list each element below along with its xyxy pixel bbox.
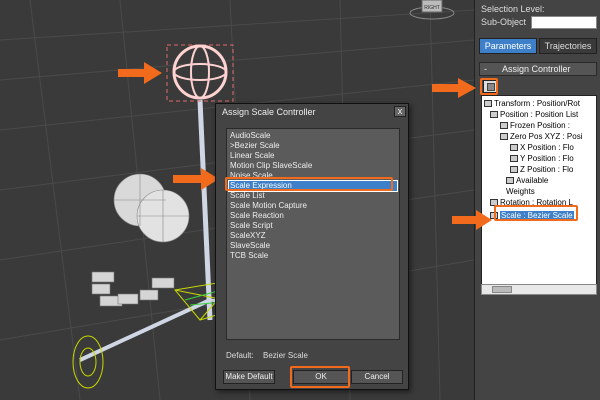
controller-icon [500, 122, 508, 129]
arrow-right-icon [118, 62, 162, 84]
tree-horizontal-scrollbar[interactable] [481, 284, 597, 295]
close-icon[interactable]: x [394, 106, 406, 117]
sub-object-dropdown[interactable] [531, 16, 597, 29]
arrow-right-icon [173, 168, 219, 190]
arrow-right-icon [452, 210, 492, 230]
controller-tree[interactable]: Transform : Position/Rot Position : Posi… [481, 95, 597, 295]
tree-item-z-position[interactable]: Z Position : Flo [510, 164, 573, 175]
cancel-button[interactable]: Cancel [351, 370, 403, 384]
collapse-icon: - [484, 64, 487, 74]
list-item[interactable]: ScaleXYZ [229, 231, 397, 241]
list-item[interactable]: Scale List [229, 191, 397, 201]
dialog-title: Assign Scale Controller [222, 107, 316, 117]
list-item[interactable]: Scale Script [229, 221, 397, 231]
scrollbar-thumb[interactable] [492, 286, 512, 293]
tab-parameters[interactable]: Parameters [479, 38, 537, 54]
float-icon [510, 155, 518, 162]
tab-trajectories[interactable]: Trajectories [539, 38, 597, 54]
controller-list[interactable]: AudioScale >Bezier Scale Linear Scale Mo… [226, 128, 400, 340]
arrow-right-icon [432, 78, 476, 98]
make-default-button[interactable]: Make Default [223, 370, 275, 384]
selected-sphere-gizmo[interactable] [166, 44, 234, 102]
assign-controller-rollout-header[interactable]: - Assign Controller [479, 62, 597, 76]
list-item[interactable]: TCB Scale [229, 251, 397, 261]
brick-arc [91, 271, 175, 307]
tree-item-y-position[interactable]: Y Position : Flo [510, 153, 574, 164]
list-item[interactable]: AudioScale [229, 131, 397, 141]
scale-item-highlight [494, 205, 578, 221]
controller-icon [500, 133, 508, 140]
scale-expression-highlight [225, 177, 393, 191]
transform-icon [484, 100, 492, 107]
float-icon [510, 144, 518, 151]
list-item[interactable]: Linear Scale [229, 151, 397, 161]
tree-item-transform[interactable]: Transform : Position/Rot [484, 98, 580, 109]
selection-level-label: Selection Level: [481, 4, 545, 14]
list-item[interactable]: Motion Clip SlaveScale [229, 161, 397, 171]
viewcube[interactable]: RIGHT [409, 0, 455, 20]
list-icon [490, 111, 498, 118]
tree-item-available[interactable]: Available [506, 175, 548, 186]
list-item[interactable]: SlaveScale [229, 241, 397, 251]
default-value: Bezier Scale [263, 351, 308, 360]
sub-object-label: Sub-Object [481, 17, 527, 27]
assign-button-highlight [480, 78, 498, 95]
tree-item-x-position[interactable]: X Position : Flo [510, 142, 574, 153]
rollout-title: Assign Controller [502, 64, 571, 74]
default-label: Default: [226, 351, 254, 360]
ok-button-highlight [290, 366, 350, 388]
sub-object-row: Sub-Object [481, 16, 599, 30]
tree-item-frozen-position[interactable]: Frozen Position : [500, 120, 570, 131]
tree-item-position[interactable]: Position : Position List [490, 109, 578, 120]
controller-icon [506, 177, 514, 184]
assign-scale-controller-dialog: Assign Scale Controller x AudioScale >Be… [215, 103, 409, 390]
list-item[interactable]: >Bezier Scale [229, 141, 397, 151]
tree-item-zero-pos-xyz[interactable]: Zero Pos XYZ : Posi [500, 131, 582, 142]
command-panel: Selection Level: Sub-Object Parameters T… [474, 0, 600, 400]
float-icon [510, 166, 518, 173]
list-item[interactable]: Scale Motion Capture [229, 201, 397, 211]
viewcube-label: RIGHT [424, 5, 440, 11]
tree-item-weights[interactable]: Weights [506, 186, 535, 197]
list-item[interactable]: Scale Reaction [229, 211, 397, 221]
